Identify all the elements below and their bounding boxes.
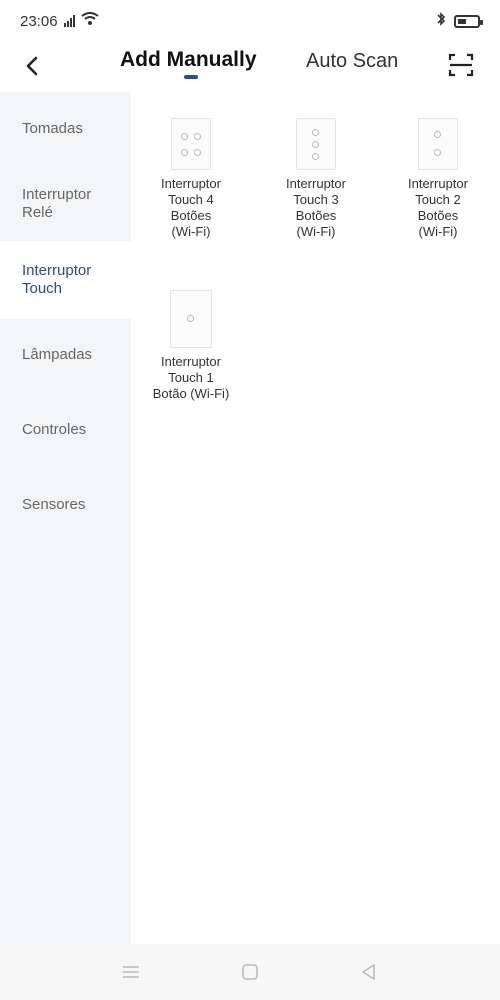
touch-dot (312, 129, 319, 136)
tab-auto-scan-label: Auto Scan (306, 50, 399, 72)
tab-auto-scan[interactable]: Auto Scan (306, 50, 398, 73)
product-card-touch-4[interactable]: Interruptor Touch 4 Botões (Wi-Fi) (136, 118, 246, 240)
product-image (418, 118, 458, 170)
touch-dot (194, 133, 201, 140)
product-image (170, 290, 212, 348)
scan-icon (448, 53, 474, 77)
scan-button[interactable] (444, 48, 478, 82)
back-nav-button[interactable] (357, 960, 381, 984)
home-button[interactable] (238, 960, 262, 984)
sidebar-item-sensores[interactable]: Sensores (0, 468, 131, 542)
product-grid: Interruptor Touch 4 Botões (Wi-Fi) Inter… (131, 92, 500, 944)
status-left: 23:06 (20, 12, 99, 30)
touch-dot (181, 133, 188, 140)
product-name: Interruptor Touch 3 Botões (Wi-Fi) (286, 176, 346, 239)
sidebar-item-label: Sensores (22, 496, 86, 513)
touch-dot (312, 141, 319, 148)
category-sidebar: Tomadas Interruptor Relé Interruptor Tou… (0, 92, 131, 944)
status-right (436, 11, 483, 31)
bluetooth-icon (436, 11, 446, 31)
menu-icon (123, 966, 139, 978)
sidebar-item-label: Interruptor Relé (22, 186, 92, 221)
sidebar-item-label: Tomadas (22, 120, 83, 137)
tab-underline (184, 75, 198, 79)
product-name: Interruptor Touch 1 Botão (Wi-Fi) (152, 354, 230, 401)
header: Add Manually Auto Scan (0, 42, 500, 90)
sidebar-item-interruptor-touch[interactable]: Interruptor Touch (0, 242, 131, 318)
product-card-touch-1[interactable]: Interruptor Touch 1 Botão (Wi-Fi) (136, 290, 246, 402)
home-icon (242, 964, 258, 980)
menu-button[interactable] (119, 960, 143, 984)
status-bar: 23:06 (0, 0, 500, 42)
sidebar-item-label: Interruptor Touch (22, 262, 92, 297)
wifi-icon (80, 12, 99, 30)
product-image (171, 118, 211, 170)
product-name: Interruptor Touch 2 Botões (Wi-Fi) (408, 176, 468, 239)
product-card-touch-3[interactable]: Interruptor Touch 3 Botões (Wi-Fi) (261, 118, 371, 240)
product-name: Interruptor Touch 4 Botões (Wi-Fi) (161, 176, 221, 239)
tab-add-manually-label: Add Manually (120, 48, 257, 71)
touch-dot (187, 315, 194, 322)
sidebar-item-lampadas[interactable]: Lâmpadas (0, 318, 131, 392)
touch-dot (434, 149, 441, 156)
sidebar-item-label: Lâmpadas (22, 346, 93, 363)
touch-dot (312, 153, 319, 160)
sidebar-item-tomadas[interactable]: Tomadas (0, 92, 131, 166)
touch-dot (181, 149, 188, 156)
back-button[interactable] (14, 48, 50, 84)
sidebar-item-label: Controles (22, 421, 87, 438)
sidebar-item-interruptor-rele[interactable]: Interruptor Relé (0, 166, 131, 242)
battery-level (458, 18, 466, 24)
chevron-left-icon (26, 56, 38, 76)
signal-icon (63, 15, 75, 27)
product-card-touch-2[interactable]: Interruptor Touch 2 Botões (Wi-Fi) (383, 118, 493, 240)
sidebar-item-controles[interactable]: Controles (0, 392, 131, 468)
battery-icon (454, 14, 483, 28)
status-time: 23:06 (20, 12, 58, 30)
touch-dot (194, 149, 201, 156)
product-image (296, 118, 336, 170)
system-nav-bar (0, 944, 500, 1000)
back-triangle-icon (362, 964, 375, 980)
touch-dot (434, 131, 441, 138)
